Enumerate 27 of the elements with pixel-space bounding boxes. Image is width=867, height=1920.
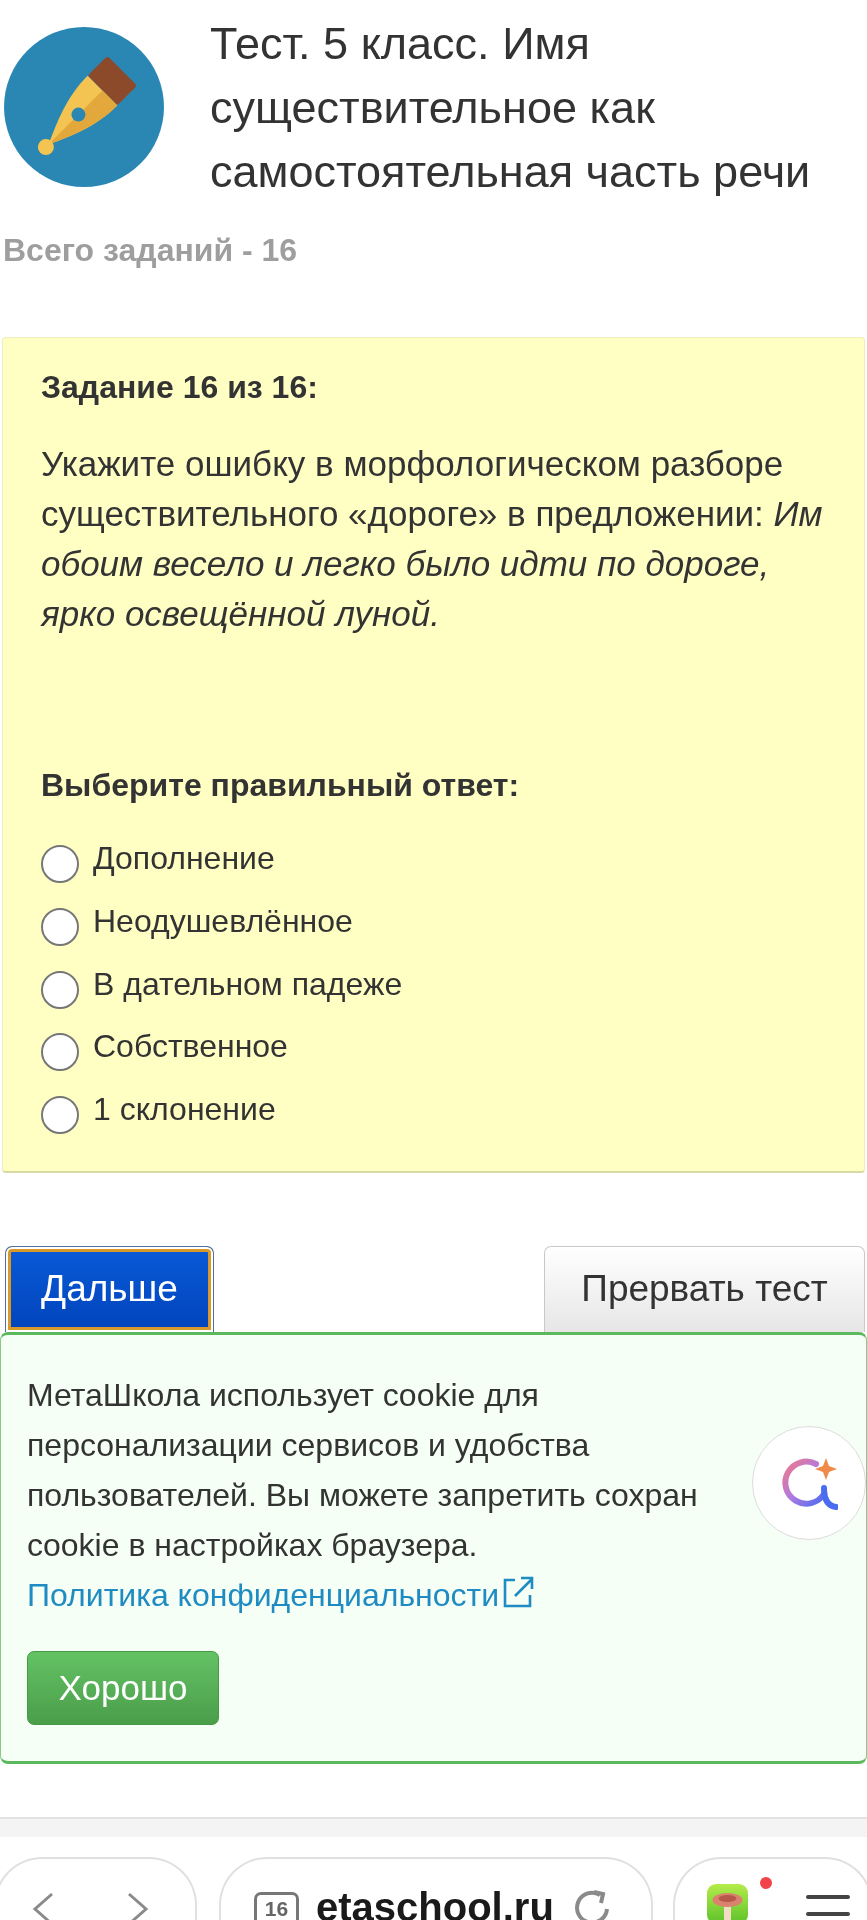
answer-option[interactable]: Дополнение [93, 827, 275, 889]
chevron-right-icon[interactable] [125, 1891, 151, 1920]
task-heading: Задание 16 из 16: [41, 368, 318, 407]
answer-prompt: Выберите правильный ответ: [41, 766, 520, 805]
radio-button[interactable] [41, 1033, 79, 1072]
question-text: Укажите ошибку в морфологическом разборе существительного «дороге» в предложении: Им обоим весело и легко было идти по дороге, ярко освещённой луной. [41, 443, 824, 635]
menu-icon[interactable] [806, 1894, 850, 1917]
radio-button[interactable] [41, 907, 79, 946]
mushroom-app-icon[interactable] [707, 1883, 748, 1920]
radio-button[interactable] [41, 845, 79, 883]
radio-button[interactable] [41, 970, 79, 1009]
next-button[interactable]: Дальше [5, 1245, 214, 1332]
task-count: Всего заданий - 16 [3, 231, 298, 270]
test-title: Тест. 5 класс. Имя существительное как самостоятельная часть речи [210, 17, 812, 199]
tab-count-button[interactable]: 16 [254, 1891, 299, 1920]
answer-option[interactable]: Собственное [93, 1015, 288, 1078]
answer-option[interactable]: В дательном падеже [93, 952, 403, 1015]
privacy-policy-link[interactable]: Политика конфиденциальности [27, 1576, 536, 1613]
stop-test-button[interactable]: Прервать тест [544, 1245, 865, 1332]
answer-option[interactable]: Неодушевлённое [93, 889, 353, 952]
radio-button[interactable] [41, 1096, 79, 1134]
reload-icon[interactable] [572, 1888, 612, 1920]
notification-dot-icon [760, 1876, 772, 1889]
answer-option[interactable]: 1 склонение [93, 1078, 276, 1140]
chevron-left-icon[interactable] [30, 1891, 56, 1920]
external-link-icon [501, 1574, 536, 1609]
pen-nib-icon [4, 27, 164, 187]
